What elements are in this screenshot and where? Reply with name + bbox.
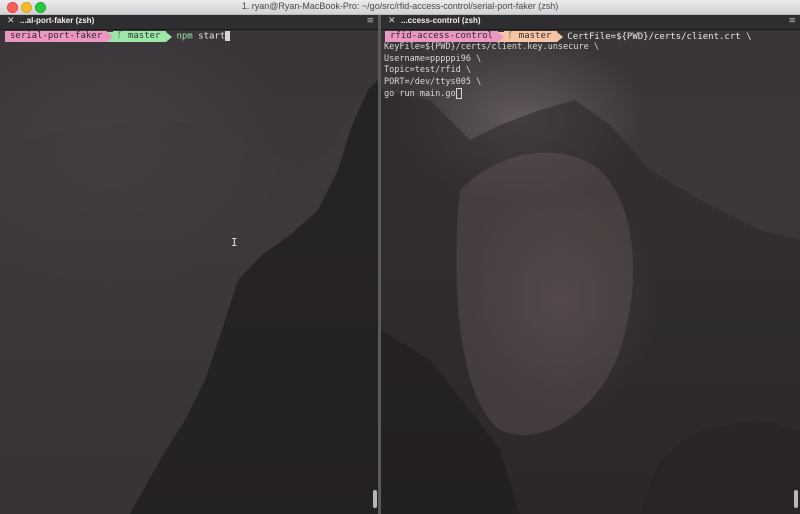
- command-line-3: Username=pppppi96 \: [384, 53, 482, 64]
- command-name: npm: [176, 31, 193, 42]
- prompt-directory-segment: serial-port-faker: [5, 31, 108, 42]
- command-line-2: KeyFile=${PWD}/certs/client.key.unsecure…: [384, 42, 599, 52]
- prompt-directory-segment: rfid-access-control: [385, 31, 498, 42]
- wallpaper-background: [0, 30, 800, 514]
- mouse-ibeam-cursor-icon: I: [231, 236, 238, 249]
- command-line-6: go run main.go: [384, 88, 599, 101]
- mountain-silhouette: [0, 80, 800, 514]
- left-pane-scrollbar[interactable]: [373, 490, 377, 508]
- close-tab-icon[interactable]: ✕: [388, 16, 396, 26]
- tab-menu-icon[interactable]: ≡: [788, 16, 796, 26]
- command-line-1[interactable]: CertFile=${PWD}/certs/client.crt \: [567, 32, 751, 42]
- command-line-4: Topic=test/rfid \: [384, 65, 471, 76]
- command-input[interactable]: npm start: [176, 31, 231, 42]
- close-tab-icon[interactable]: ✕: [7, 16, 15, 26]
- left-tab-bar: ✕ ...al-port-faker (zsh) ≡: [0, 15, 378, 30]
- window-title: 1. ryan@Ryan-MacBook-Pro: ~/go/src/rfid-…: [241, 1, 559, 11]
- right-pane-prompt[interactable]: rfid-access-control ᚴ master CertFile=${…: [385, 31, 752, 42]
- prompt-git-branch-segment: ᚴ master: [503, 31, 558, 42]
- prompt-git-branch-segment: ᚴ master: [113, 31, 167, 42]
- command-line-5: PORT=/dev/ttys005 \: [384, 76, 482, 87]
- pane-divider[interactable]: [378, 15, 381, 514]
- tab-title-serial-port-faker[interactable]: ...al-port-faker (zsh): [20, 16, 94, 25]
- title-bar: 1. ryan@Ryan-MacBook-Pro: ~/go/src/rfid-…: [0, 0, 800, 15]
- left-pane-prompt[interactable]: serial-port-faker ᚴ master npm start: [5, 31, 231, 42]
- command-args: start: [192, 31, 226, 42]
- tab-title-rfid-access-control[interactable]: ...ccess-control (zsh): [401, 16, 481, 25]
- right-pane-command-continuation[interactable]: KeyFile=${PWD}/certs/client.key.unsecure…: [384, 42, 599, 101]
- prompt-separator: [557, 31, 564, 42]
- right-pane-scrollbar[interactable]: [794, 490, 798, 508]
- text-cursor: [225, 31, 231, 42]
- text-cursor: [455, 88, 462, 100]
- right-tab-bar: ✕ ...ccess-control (zsh) ≡: [381, 15, 800, 30]
- tab-menu-icon[interactable]: ≡: [366, 16, 374, 26]
- terminal-window: 1. ryan@Ryan-MacBook-Pro: ~/go/src/rfid-…: [0, 0, 800, 514]
- prompt-separator: [166, 31, 173, 42]
